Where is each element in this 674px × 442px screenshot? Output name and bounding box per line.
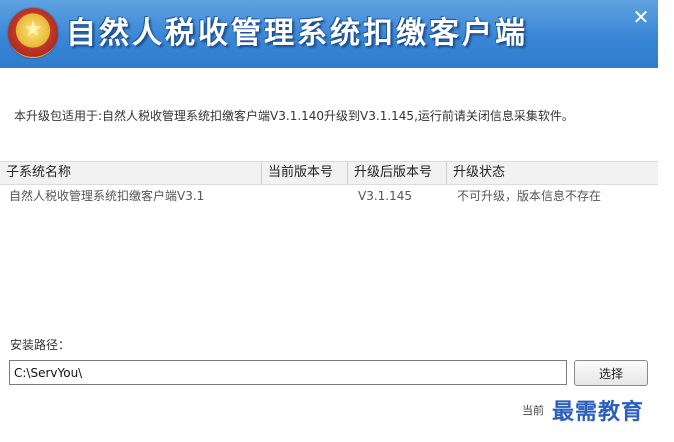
column-header-target-version[interactable]: 升级后版本号 xyxy=(348,162,447,184)
upgrade-notice: 本升级包适用于:自然人税收管理系统扣缴客户端V3.1.140升级到V3.1.14… xyxy=(14,109,574,123)
column-header-status[interactable]: 升级状态 xyxy=(447,162,658,184)
column-header-current-version[interactable]: 当前版本号 xyxy=(262,162,348,184)
table-header: 子系统名称 当前版本号 升级后版本号 升级状态 xyxy=(0,161,658,185)
app-title: 自然人税收管理系统扣缴客户端 xyxy=(66,16,528,51)
cell-target-version: V3.1.145 xyxy=(358,189,413,203)
title-bar: ★ 自然人税收管理系统扣缴客户端 ✕ xyxy=(0,0,658,68)
install-path-input[interactable] xyxy=(9,360,567,385)
national-emblem-icon: ★ xyxy=(8,8,58,58)
cell-status: 不可升级，版本信息不存在 xyxy=(457,189,602,203)
watermark-logo: 最需教育 xyxy=(552,399,645,425)
close-button[interactable]: ✕ xyxy=(630,6,652,28)
choose-path-button[interactable]: 选择 xyxy=(574,360,648,386)
install-path-label: 安装路径： xyxy=(10,338,71,352)
column-header-subsystem[interactable]: 子系统名称 xyxy=(0,162,262,184)
table-row[interactable]: 自然人税收管理系统扣缴客户端V3.1 V3.1.145 不可升级，版本信息不存在 xyxy=(0,185,658,207)
star-icon: ★ xyxy=(23,17,43,42)
cell-subsystem-name: 自然人税收管理系统扣缴客户端V3.1 xyxy=(9,189,205,203)
version-status-text: 当前 xyxy=(522,404,544,417)
